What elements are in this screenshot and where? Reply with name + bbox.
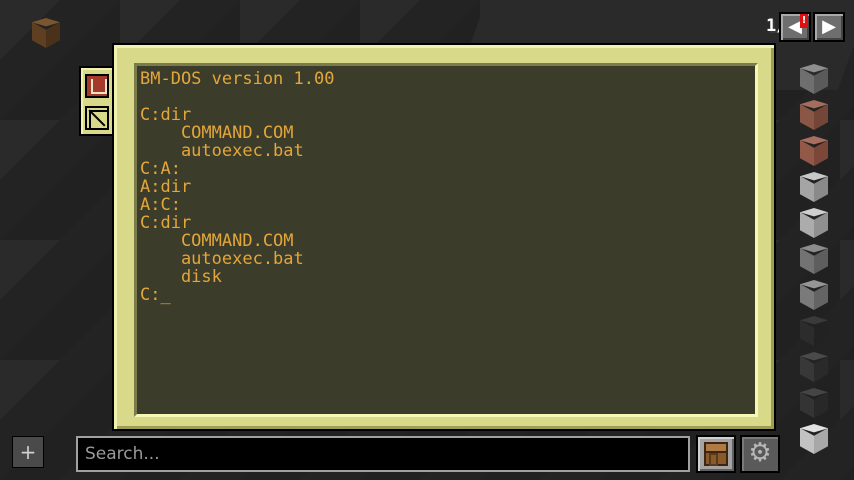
basalt-block-icon[interactable] [800, 352, 830, 384]
polished-andesite-block-icon[interactable] [800, 280, 830, 312]
alert-badge: ! [800, 14, 808, 28]
monitor-side-tabs [79, 66, 113, 136]
polished-diorite-block-icon[interactable] [800, 208, 830, 240]
computer-monitor: BM-DOS version 1.00 C:dir COMMAND.COM au… [112, 43, 776, 431]
granite-block-icon[interactable] [800, 100, 830, 132]
stone-block-icon[interactable] [800, 64, 830, 96]
search-input[interactable]: Search... [76, 436, 690, 472]
blackstone-block-icon[interactable] [800, 316, 830, 348]
terminal-line: C:dir [140, 213, 192, 233]
calcite-block-icon[interactable] [800, 424, 830, 456]
terminal-line: A:C: [140, 195, 181, 215]
terminal-screen[interactable]: BM-DOS version 1.00 C:dir COMMAND.COM au… [134, 63, 758, 417]
terminal-line: C:A: [140, 159, 181, 179]
crafting-table-icon [704, 442, 728, 466]
item-list-panel [800, 64, 830, 460]
next-page-button[interactable]: ▶ [813, 12, 845, 42]
terminal-line: autoexec.bat [140, 249, 304, 269]
terminal-line: C:dir [140, 105, 192, 125]
eject-button[interactable] [85, 74, 109, 98]
crafting-table-button[interactable] [696, 435, 736, 473]
gear-icon: ⚙ [748, 438, 772, 468]
arrow-right-icon: ▶ [822, 16, 836, 37]
terminal-line: autoexec.bat [140, 141, 304, 161]
terminal-line: COMMAND.COM [140, 123, 294, 143]
terminal-line: COMMAND.COM [140, 231, 294, 251]
polished-granite-block-icon[interactable] [800, 136, 830, 168]
andesite-block-icon[interactable] [800, 244, 830, 276]
settings-button[interactable]: ⚙ [740, 435, 780, 473]
deepslate-block-icon[interactable] [800, 388, 830, 420]
terminal-line: BM-DOS version 1.00 [140, 69, 335, 89]
terminal-line: disk [140, 267, 222, 287]
add-bookmark-button[interactable]: + [12, 436, 44, 468]
held-block-icon [32, 18, 60, 48]
terminal-line: A:dir [140, 177, 192, 197]
diorite-block-icon[interactable] [800, 172, 830, 204]
terminal-line: C:_ [140, 285, 171, 305]
disable-button[interactable] [85, 106, 109, 130]
